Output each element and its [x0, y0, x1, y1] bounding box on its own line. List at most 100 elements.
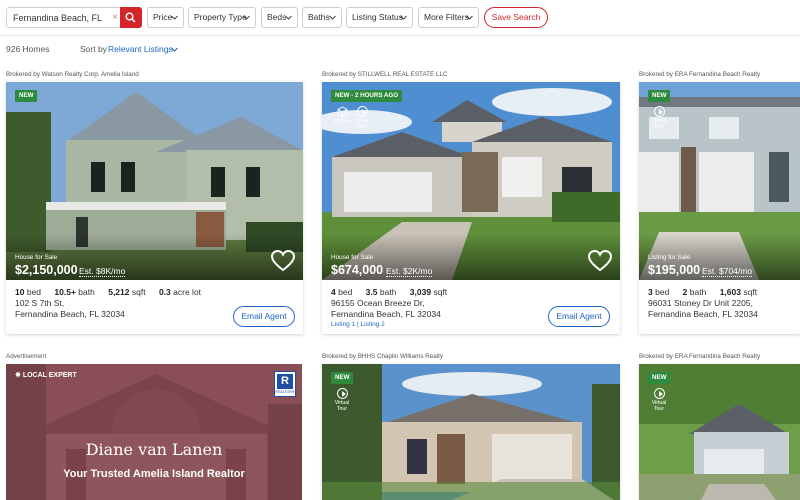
stat-value: 10: [15, 287, 25, 297]
listing-photo[interactable]: NEW - 2 HOURS AGO 3D Tour Virtual Tour H…: [322, 82, 620, 280]
sort-label: Sort by: [80, 44, 107, 54]
cube-icon: [337, 106, 347, 118]
virtual-tour-button[interactable]: Virtual Tour: [351, 106, 373, 132]
filter-property-type[interactable]: Property Type: [188, 7, 256, 28]
email-agent-button[interactable]: Email Agent: [233, 306, 295, 327]
stat-value: 3,039: [409, 287, 432, 297]
address-line-1[interactable]: 96155 Ocean Breeze Dr,: [331, 298, 425, 308]
filter-listing-status[interactable]: Listing Status: [346, 7, 413, 28]
filter-baths[interactable]: Baths: [302, 7, 342, 28]
search-input[interactable]: [7, 8, 107, 27]
realtor-logo: R REALTOR®: [274, 371, 296, 397]
search-button[interactable]: [120, 7, 142, 28]
stat-unit: acre lot: [173, 287, 202, 297]
stat-value: 0.3: [158, 287, 171, 297]
broker-label: Brokered by BHHS Chaplin Williams Realty: [322, 353, 444, 360]
tour-label: Virtual Tour: [651, 400, 667, 412]
broker-label: Brokered by Watson Realty Corp. Amelia I…: [6, 71, 139, 78]
local-expert-tag: ✸ LOCAL EXPERT: [15, 371, 77, 379]
listing-card[interactable]: NEW Virtual Tour Listing for Sale $195,0…: [639, 82, 800, 334]
new-badge: NEW: [648, 90, 671, 102]
address-line-2[interactable]: Fernandina Beach, FL 32034: [331, 309, 441, 319]
stat-unit: bath: [379, 287, 397, 297]
save-search-button[interactable]: Save Search: [484, 7, 548, 28]
address-line-1[interactable]: 96031 Stoney Dr Unit 2205,: [648, 298, 753, 308]
stat-unit: bed: [338, 287, 353, 297]
listing-card[interactable]: NEW - 2 HOURS AGO 3D Tour Virtual Tour H…: [322, 82, 620, 334]
broker-label: Brokered by ERA Fernandina Beach Realty: [639, 353, 761, 360]
estimated-payment[interactable]: Est. $704/mo: [702, 266, 753, 277]
chevron-down-icon[interactable]: [170, 45, 179, 54]
heart-icon[interactable]: [271, 250, 295, 272]
filter-beds[interactable]: Beds: [261, 7, 298, 28]
address-line-2[interactable]: Fernandina Beach, FL 32034: [648, 309, 758, 319]
tour-label: 3D Tour: [332, 119, 352, 125]
listing-photo[interactable]: NEW Virtual Tour Listing for Sale $195,0…: [639, 82, 800, 280]
virtual-tour-button[interactable]: Virtual Tour: [648, 388, 670, 414]
broker-label: Brokered by ERA Fernandina Beach Realty: [639, 71, 761, 78]
estimated-payment[interactable]: Est. $2K/mo: [386, 266, 433, 277]
filter-price[interactable]: Price: [147, 7, 184, 28]
stat-unit: bath: [78, 287, 95, 297]
listing-photo[interactable]: NEW Virtual Tour: [322, 364, 620, 500]
filter-label: Listing Status: [352, 12, 404, 22]
stat-value: 5,212: [108, 287, 130, 297]
stat-value: 4: [331, 287, 336, 297]
results-count: 926 Homes: [6, 44, 50, 54]
stat-unit: sqft: [433, 287, 448, 297]
3d-tour-button[interactable]: 3D Tour: [331, 106, 353, 132]
filter-more-filters[interactable]: More Filters: [418, 7, 479, 28]
realtor-mark: R: [277, 374, 293, 389]
new-badge: NEW: [648, 372, 671, 384]
play-icon: [653, 388, 665, 399]
address-line-1[interactable]: 102 S 7th St,: [15, 298, 64, 308]
stat-unit: bed: [655, 287, 670, 297]
play-icon: [336, 388, 348, 399]
chevron-down-icon: [243, 15, 250, 20]
search-icon: [125, 12, 136, 23]
chevron-down-icon: [400, 15, 407, 20]
chevron-down-icon: [285, 15, 292, 20]
advertisement-banner[interactable]: ✸ LOCAL EXPERT R REALTOR® Diane van Lane…: [6, 364, 302, 500]
listing-card[interactable]: NEW Virtual Tour: [639, 364, 800, 500]
listing-photo[interactable]: NEW House for Sale $2,150,000 Est. $8K/m…: [6, 82, 303, 280]
virtual-tour-button[interactable]: Virtual Tour: [331, 388, 353, 414]
new-badge: NEW: [331, 372, 354, 384]
listing-status: Listing for Sale: [648, 254, 691, 261]
advertisement-label: Advertisement: [6, 353, 47, 360]
chevron-down-icon: [466, 15, 473, 20]
stat-unit: bed: [26, 287, 42, 297]
star-icon: ✸: [15, 372, 21, 379]
address-line-2[interactable]: Fernandina Beach, FL 32034: [15, 309, 125, 319]
tour-label: Virtual Tour: [334, 400, 350, 412]
filter-label: Property Type: [194, 12, 247, 22]
stat-value: 3: [648, 287, 653, 297]
listing-card[interactable]: NEW House for Sale $2,150,000 Est. $8K/m…: [6, 82, 303, 334]
play-icon: [653, 106, 665, 117]
agent-tagline: Your Trusted Amelia Island Realtor: [63, 468, 245, 480]
sort-dropdown[interactable]: Relevant Listings: [108, 44, 173, 54]
stat-value: 10.5+: [54, 287, 76, 297]
estimated-payment[interactable]: Est. $8K/mo: [79, 266, 126, 277]
listing-stats: 4 bed 3.5 bath 3,039 sqft: [331, 287, 447, 297]
search-box: ×: [6, 7, 142, 28]
virtual-tour-button[interactable]: Virtual Tour: [648, 106, 670, 132]
realtor-text: REALTOR®: [275, 390, 295, 394]
ad-tag-label: LOCAL EXPERT: [22, 372, 77, 379]
heart-icon[interactable]: [588, 250, 612, 272]
listing-stats: 3 bed 2 bath 1,603 sqft: [648, 287, 757, 297]
play-icon: [356, 106, 368, 117]
chevron-down-icon: [171, 15, 178, 20]
new-badge: NEW: [15, 90, 38, 102]
filter-label: More Filters: [424, 12, 469, 22]
filter-label: Baths: [308, 12, 330, 22]
stat-value: 3.5: [365, 287, 378, 297]
tour-label: Virtual Tour: [651, 118, 667, 130]
listing-card[interactable]: NEW Virtual Tour: [322, 364, 620, 500]
email-agent-button[interactable]: Email Agent: [548, 306, 610, 327]
listing-photo[interactable]: NEW Virtual Tour: [639, 364, 800, 500]
listing-links[interactable]: Listing 1 | Listing 2: [331, 321, 385, 328]
listing-price: $195,000: [648, 263, 701, 277]
agent-name: Diane van Lanen: [85, 440, 223, 459]
stat-unit: sqft: [743, 287, 758, 297]
